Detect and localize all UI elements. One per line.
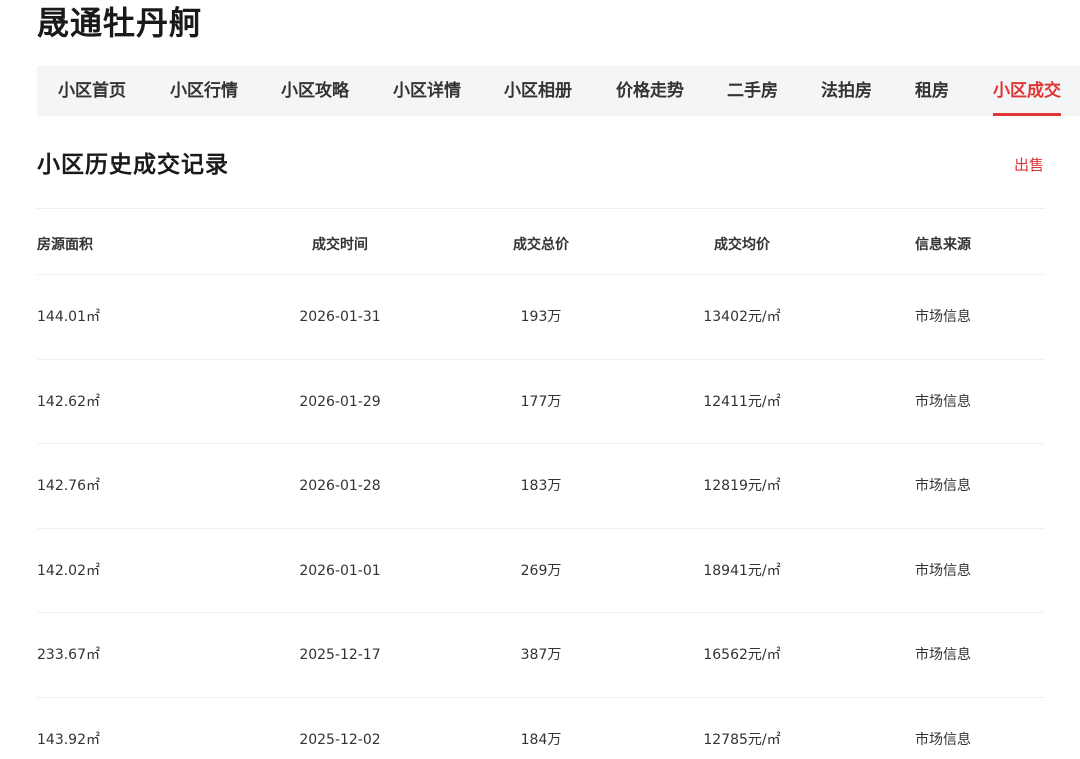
cell-unit-price: 16562元/㎡ — [703, 647, 781, 663]
tab-rentals[interactable]: 租房 — [915, 66, 949, 116]
cell-deal-date: 2026-01-31 — [299, 309, 381, 325]
header-deal-date: 成交时间 — [312, 237, 368, 253]
cell-area: 143.92㎡ — [37, 731, 100, 748]
community-nav-bar: 小区首页 小区行情 小区攻略 小区详情 小区相册 价格走势 二手房 法拍房 租房… — [37, 66, 1080, 116]
sell-link[interactable]: 出售 — [1014, 154, 1044, 176]
cell-total-price: 387万 — [520, 647, 562, 663]
cell-info-source: 市场信息 — [915, 731, 971, 748]
table-row: 142.62㎡ 2026-01-29 177万 12411元/㎡ 市场信息 — [0, 360, 1080, 444]
cell-info-source: 市场信息 — [915, 393, 971, 410]
cell-total-price: 193万 — [520, 309, 562, 325]
tab-community-photos[interactable]: 小区相册 — [504, 66, 572, 116]
page-title: 晟通牡丹舸 — [37, 4, 203, 42]
cell-deal-date: 2026-01-29 — [299, 393, 381, 410]
cell-unit-price: 13402元/㎡ — [703, 309, 781, 325]
header-info-source: 信息来源 — [915, 237, 971, 253]
cell-total-price: 183万 — [520, 478, 562, 494]
tab-community-details[interactable]: 小区详情 — [393, 66, 461, 116]
cell-unit-price: 12411元/㎡ — [703, 393, 781, 410]
tab-community-deals[interactable]: 小区成交 — [993, 66, 1061, 116]
cell-area: 142.02㎡ — [37, 562, 100, 579]
cell-area: 142.76㎡ — [37, 478, 100, 494]
cell-deal-date: 2025-12-02 — [299, 731, 381, 748]
tab-community-market[interactable]: 小区行情 — [170, 66, 238, 116]
header-area: 房源面积 — [37, 237, 93, 253]
cell-unit-price: 12785元/㎡ — [703, 731, 781, 748]
cell-info-source: 市场信息 — [915, 478, 971, 494]
cell-info-source: 市场信息 — [915, 647, 971, 663]
cell-area: 233.67㎡ — [37, 647, 100, 663]
table-row: 142.76㎡ 2026-01-28 183万 12819元/㎡ 市场信息 — [0, 444, 1080, 529]
cell-total-price: 177万 — [520, 393, 562, 410]
cell-total-price: 184万 — [520, 731, 562, 748]
cell-deal-date: 2025-12-17 — [299, 647, 381, 663]
cell-info-source: 市场信息 — [915, 309, 971, 325]
cell-area: 144.01㎡ — [37, 309, 100, 325]
tab-community-guide[interactable]: 小区攻略 — [281, 66, 349, 116]
table-row: 233.67㎡ 2025-12-17 387万 16562元/㎡ 市场信息 — [0, 613, 1080, 698]
table-header: 房源面积 成交时间 成交总价 成交均价 信息来源 — [0, 232, 1080, 258]
cell-total-price: 269万 — [520, 562, 562, 579]
cell-info-source: 市场信息 — [915, 562, 971, 579]
section-divider — [37, 208, 1045, 209]
community-deals-page: 晟通牡丹舸 小区首页 小区行情 小区攻略 小区详情 小区相册 价格走势 二手房 … — [0, 0, 1080, 759]
cell-deal-date: 2026-01-01 — [299, 562, 381, 579]
deal-records-list: 144.01㎡ 2026-01-31 193万 13402元/㎡ 市场信息 14… — [0, 275, 1080, 759]
table-row: 142.02㎡ 2026-01-01 269万 18941元/㎡ 市场信息 — [0, 529, 1080, 613]
tab-second-hand[interactable]: 二手房 — [727, 66, 778, 116]
table-row: 143.92㎡ 2025-12-02 184万 12785元/㎡ 市场信息 — [0, 698, 1080, 759]
tab-community-home[interactable]: 小区首页 — [58, 66, 126, 116]
tab-price-trend[interactable]: 价格走势 — [616, 66, 684, 116]
cell-unit-price: 18941元/㎡ — [703, 562, 781, 579]
header-unit-price: 成交均价 — [714, 237, 770, 253]
cell-deal-date: 2026-01-28 — [299, 478, 381, 494]
header-total-price: 成交总价 — [513, 237, 569, 253]
section-title: 小区历史成交记录 — [37, 152, 229, 178]
tab-auction-houses[interactable]: 法拍房 — [821, 66, 872, 116]
table-row: 144.01㎡ 2026-01-31 193万 13402元/㎡ 市场信息 — [0, 275, 1080, 360]
cell-area: 142.62㎡ — [37, 393, 100, 410]
cell-unit-price: 12819元/㎡ — [703, 478, 781, 494]
